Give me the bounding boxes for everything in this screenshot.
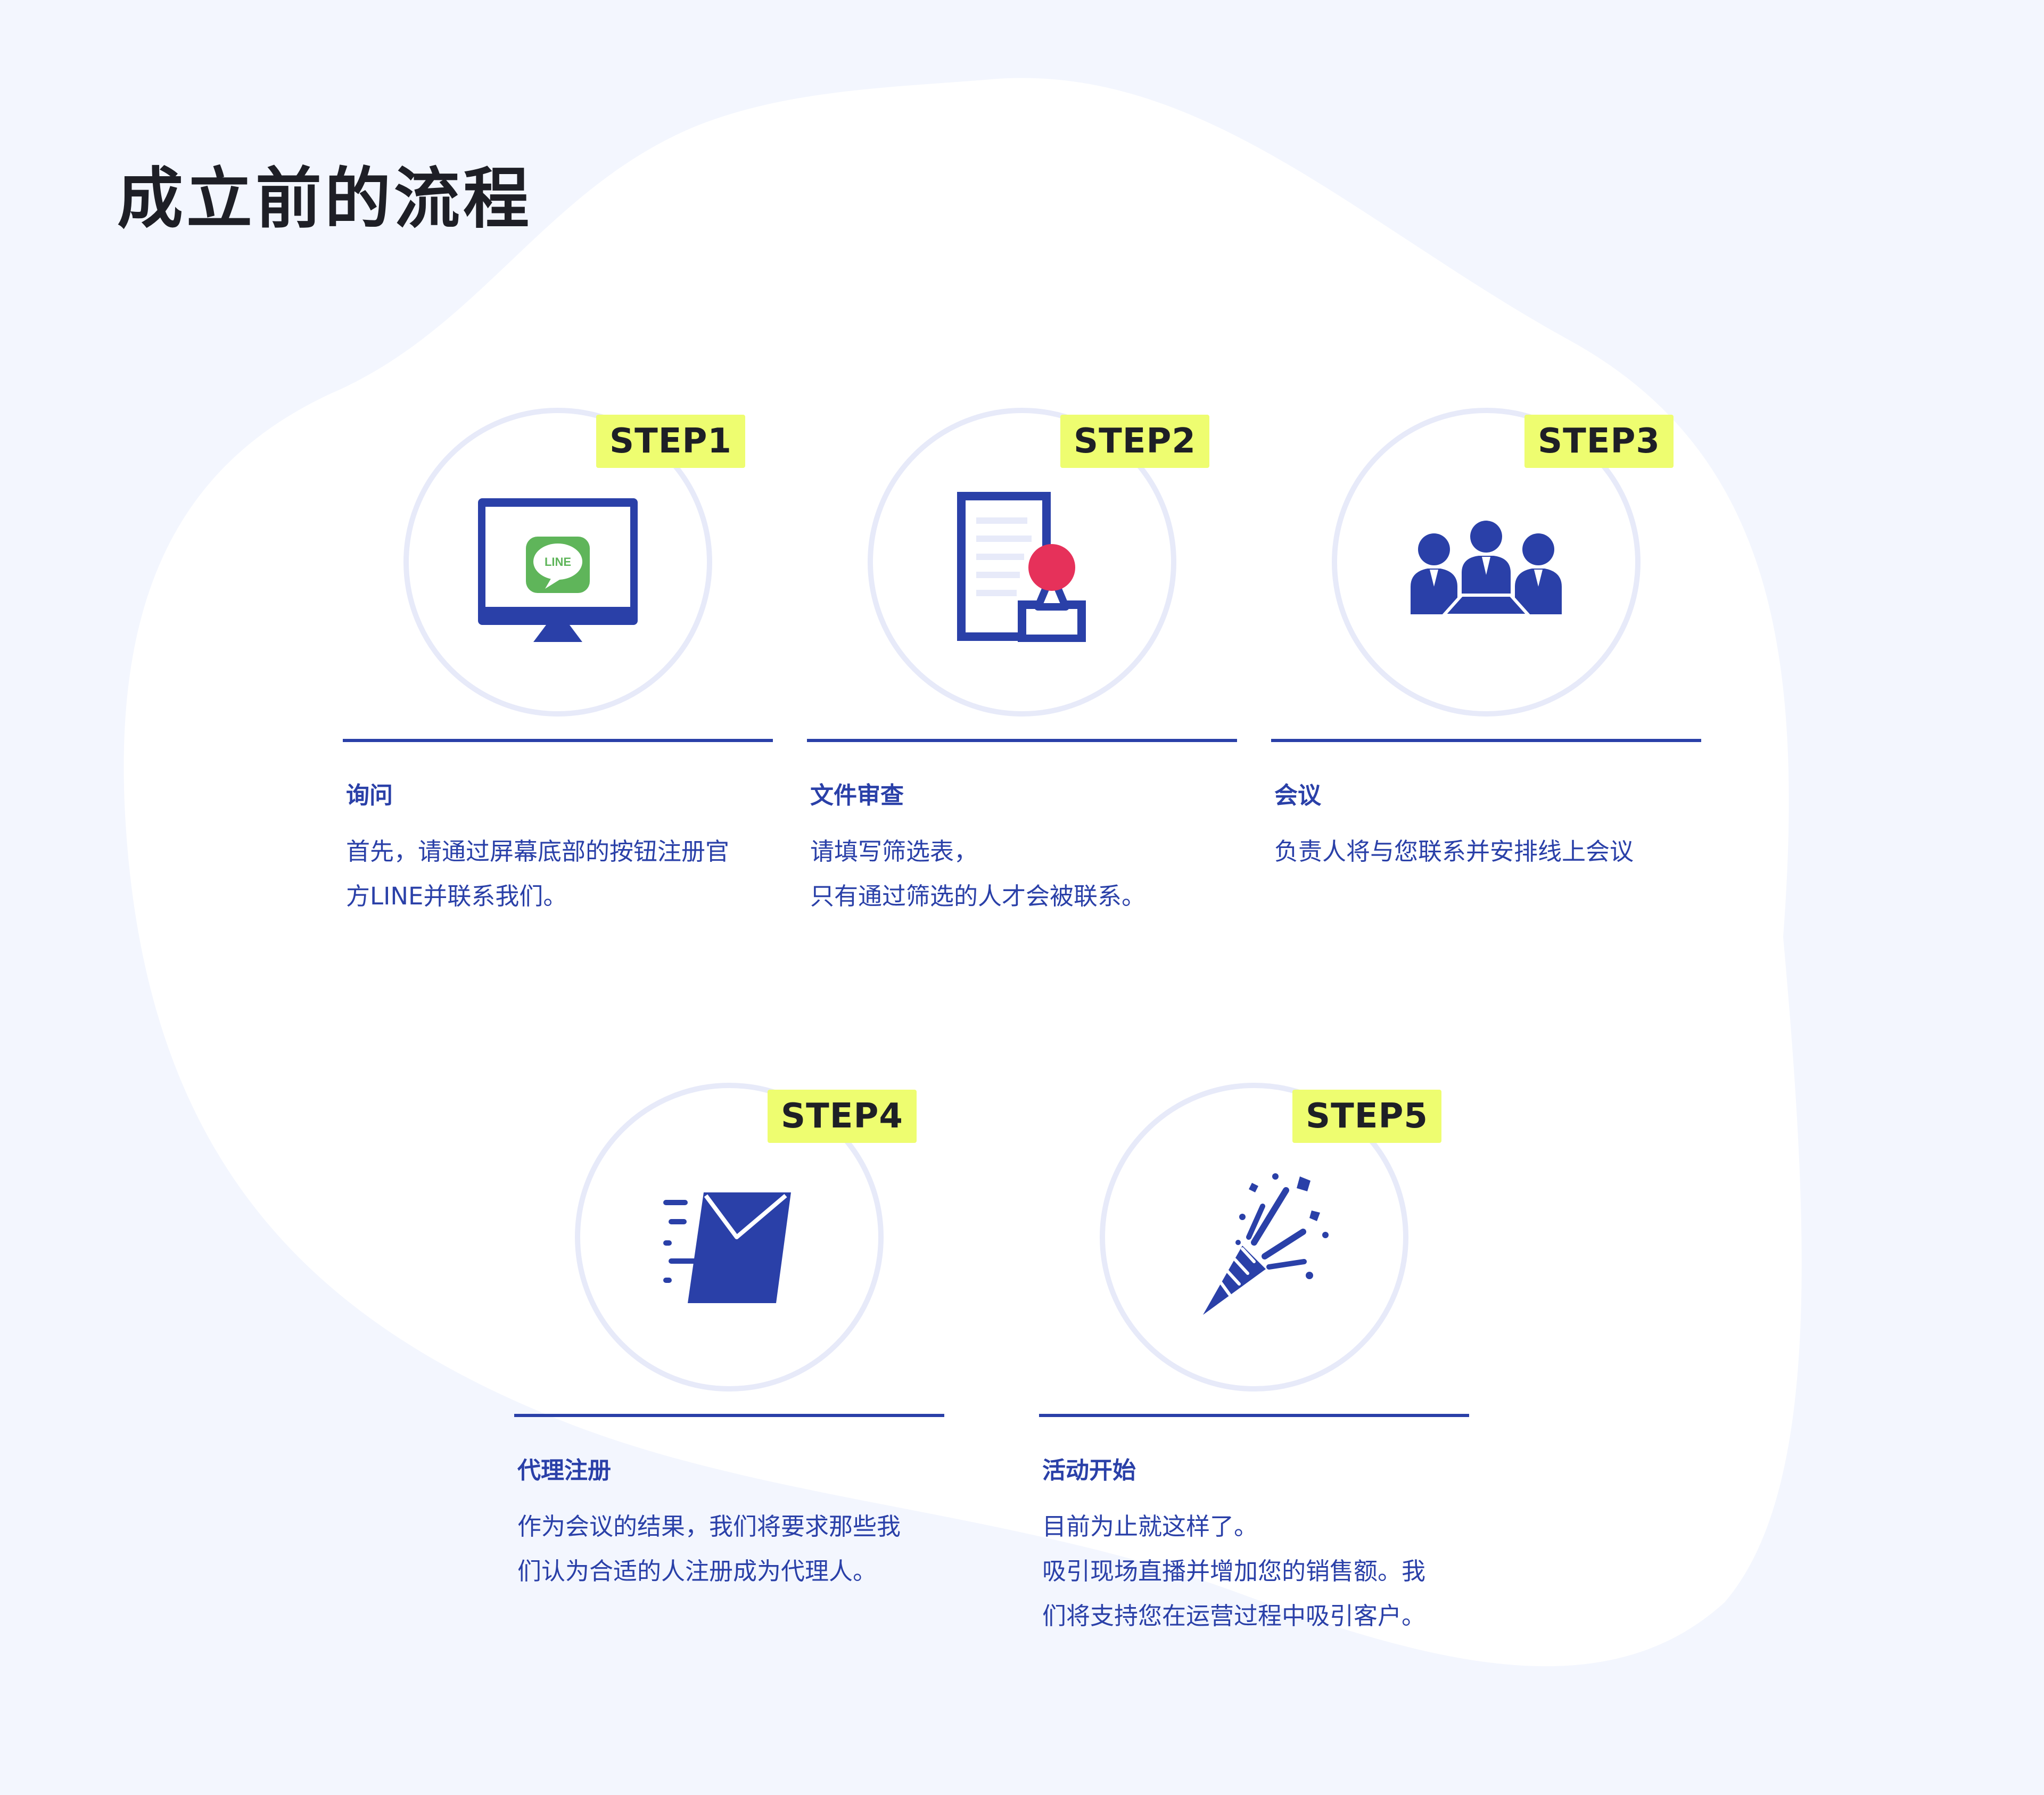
description-line: 负责人将与您联系并安排线上会议 <box>1274 837 1634 866</box>
description-line: 请填写筛选表， <box>810 837 978 866</box>
step-description: 首先，请通过屏幕底部的按钮注册官 方LINE并联系我们。 <box>346 829 767 919</box>
divider-line <box>1039 1414 1469 1417</box>
description-line: 们将支持您在运营过程中吸引客户。 <box>1042 1602 1426 1630</box>
description-line: 们认为合适的人注册成为代理人。 <box>517 1557 877 1585</box>
meeting-people-icon <box>1406 482 1566 642</box>
step-description: 请填写筛选表， 只有通过筛选的人才会被联系。 <box>810 829 1231 919</box>
sending-mail-icon <box>649 1157 809 1317</box>
description-line: 目前为止就这样了。 <box>1042 1512 1258 1541</box>
step-badge: STEP2 <box>1060 415 1209 468</box>
step-card-4: STEP4 代理注册 作为会议的结果，我们将要求那些我 们认为合适的人注册成为代… <box>514 1083 944 1615</box>
step-card-5: STEP5 活动开始 目前为止就这样了。 吸引现场直播并增加您的销售额。我 们将… <box>1039 1083 1469 1630</box>
step-badge: STEP4 <box>768 1090 917 1143</box>
description-line: 吸引现场直播并增加您的销售额。我 <box>1042 1557 1426 1585</box>
step-title: 代理注册 <box>517 1457 611 1484</box>
step-title: 会议 <box>1274 782 1321 809</box>
step-card-2: STEP2 文件审查 请填写筛选表， 只有通过筛选的人才会被联系。 <box>807 408 1237 940</box>
divider-line <box>1271 739 1701 742</box>
step-description: 目前为止就这样了。 吸引现场直播并增加您的销售额。我 们将支持您在运营过程中吸引… <box>1042 1504 1463 1638</box>
step-title: 询问 <box>346 782 393 809</box>
divider-line <box>807 739 1237 742</box>
page-title: 成立前的流程 <box>117 161 533 237</box>
step-description: 负责人将与您联系并安排线上会议 <box>1274 829 1695 874</box>
party-popper-icon <box>1174 1157 1334 1317</box>
description-line: 首先，请通过屏幕底部的按钮注册官 <box>346 837 730 866</box>
step-badge: STEP1 <box>596 415 745 468</box>
step-card-3: STEP3 会议 负责人将与您联系并安排线上会议 <box>1271 408 1701 940</box>
step-title: 活动开始 <box>1042 1457 1136 1484</box>
step-card-1: STEP1 LINE 询问 首先，请通过屏幕底部的按钮注册官 方LINE并联系我… <box>343 408 773 940</box>
divider-line <box>514 1414 944 1417</box>
step-badge: STEP3 <box>1524 415 1674 468</box>
description-line: 方LINE并联系我们。 <box>346 882 567 910</box>
divider-line <box>343 739 773 742</box>
monitor-line-icon: LINE <box>478 482 638 642</box>
step-title: 文件审查 <box>810 782 904 809</box>
svg-text:LINE: LINE <box>545 555 571 569</box>
description-line: 只有通过筛选的人才会被联系。 <box>810 882 1146 910</box>
step-description: 作为会议的结果，我们将要求那些我 们认为合适的人注册成为代理人。 <box>517 1504 938 1594</box>
document-stamp-icon <box>942 482 1102 642</box>
description-line: 作为会议的结果，我们将要求那些我 <box>517 1512 901 1541</box>
step-badge: STEP5 <box>1292 1090 1441 1143</box>
